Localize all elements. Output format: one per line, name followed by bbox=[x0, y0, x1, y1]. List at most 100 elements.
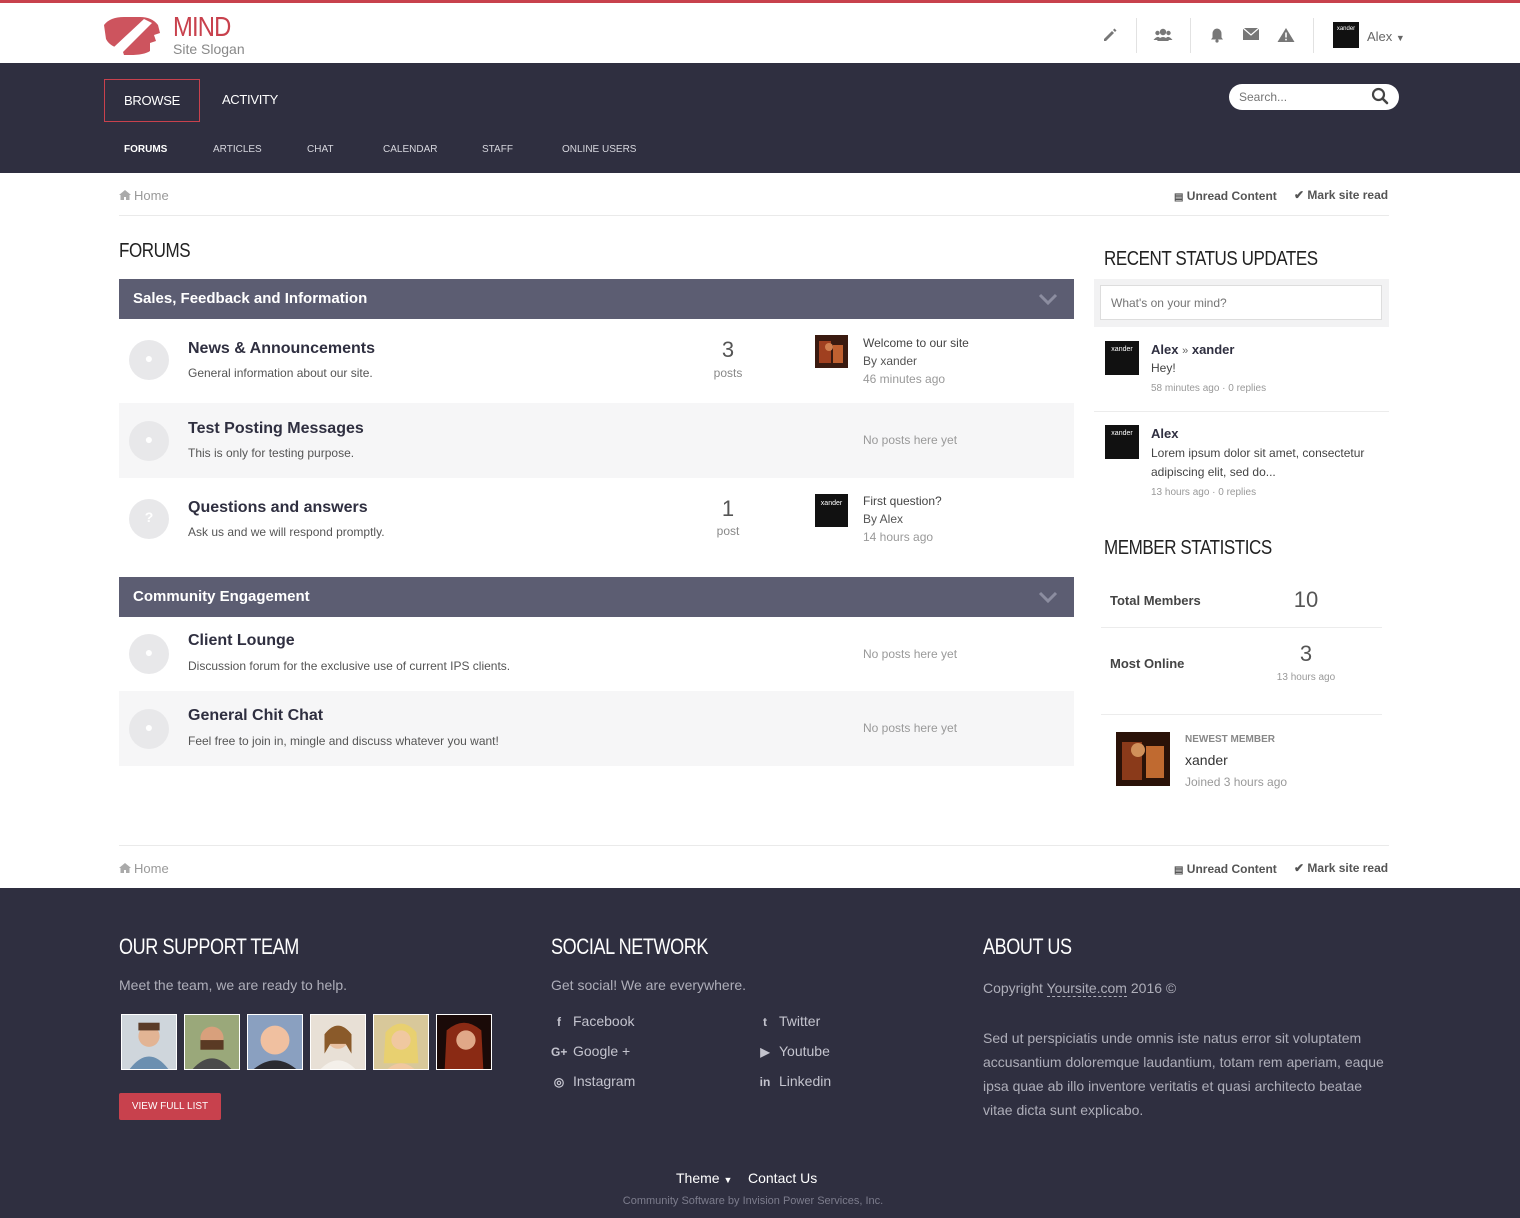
divider bbox=[1101, 627, 1382, 628]
category-title[interactable]: Community Engagement bbox=[133, 588, 310, 605]
most-online-value: 3 bbox=[1299, 641, 1313, 666]
subnav-forums[interactable]: FORUMS bbox=[124, 144, 167, 155]
user-menu[interactable]: Alex ▼ bbox=[1367, 29, 1405, 44]
pencil-icon[interactable] bbox=[1100, 27, 1120, 47]
team-member-avatar[interactable] bbox=[310, 1014, 366, 1070]
status-avatar[interactable]: xander bbox=[1105, 341, 1139, 375]
post-count: 3 bbox=[721, 337, 735, 362]
status-avatar[interactable]: xander bbox=[1105, 425, 1139, 459]
category-title[interactable]: Sales, Feedback and Information bbox=[133, 290, 367, 307]
chat-bubble-icon: ● bbox=[129, 709, 169, 749]
linkedin-icon: in bbox=[759, 1075, 771, 1089]
site-slogan: Site Slogan bbox=[173, 41, 245, 57]
team-member-avatar[interactable] bbox=[184, 1014, 240, 1070]
total-members-label: Total Members bbox=[1110, 593, 1201, 608]
mark-site-read-link[interactable]: ✔ Mark site read bbox=[1294, 861, 1388, 875]
site-brand[interactable]: MIND bbox=[173, 11, 231, 43]
breadcrumb-home[interactable]: Home bbox=[134, 188, 169, 203]
facebook-icon: f bbox=[557, 1015, 561, 1029]
about-text: Sed ut perspiciatis unde omnis iste natu… bbox=[983, 1030, 1384, 1118]
forums-title: FORUMS bbox=[119, 240, 191, 262]
search-icon[interactable] bbox=[1371, 87, 1389, 105]
subnav-staff[interactable]: STAFF bbox=[482, 144, 513, 155]
facebook-link[interactable]: f Facebook bbox=[551, 1013, 634, 1029]
chat-bubble-icon: ● bbox=[129, 421, 169, 461]
last-poster-avatar[interactable]: xander bbox=[815, 494, 848, 527]
theme-menu[interactable]: Theme ▼ bbox=[676, 1170, 732, 1186]
user-name: Alex bbox=[1367, 29, 1393, 44]
category-header[interactable]: Sales, Feedback and Information bbox=[119, 279, 1074, 319]
logo-icon[interactable] bbox=[100, 11, 164, 57]
subnav-online-users[interactable]: ONLINE USERS bbox=[562, 144, 636, 155]
contact-us-link[interactable]: Contact Us bbox=[748, 1170, 817, 1186]
google-plus-link[interactable]: G+ Google + bbox=[551, 1043, 630, 1059]
last-post-title[interactable]: Welcome to our site bbox=[863, 336, 969, 350]
unread-content-link[interactable]: ▤ Unread Content bbox=[1174, 862, 1277, 876]
mark-read-label: Mark site read bbox=[1307, 188, 1389, 202]
view-full-list-button[interactable]: VIEW FULL LIST bbox=[119, 1093, 221, 1120]
social-network-title: SOCIAL NETWORK bbox=[551, 934, 708, 959]
team-member-avatar[interactable] bbox=[247, 1014, 303, 1070]
forum-title[interactable]: News & Announcements bbox=[188, 340, 375, 358]
theme-label: Theme bbox=[676, 1170, 720, 1186]
twitter-link[interactable]: t Twitter bbox=[757, 1013, 820, 1029]
status-text: Hey! bbox=[1151, 361, 1176, 375]
most-online-label: Most Online bbox=[1110, 656, 1185, 671]
subnav-calendar[interactable]: CALENDAR bbox=[383, 144, 437, 155]
copyright-link[interactable]: Yoursite.com bbox=[1046, 980, 1127, 997]
users-icon[interactable] bbox=[1152, 27, 1174, 47]
last-post-time: 46 minutes ago bbox=[863, 372, 946, 386]
newest-member-label: NEWEST MEMBER bbox=[1185, 734, 1275, 745]
status-author[interactable]: Alex » xander bbox=[1151, 342, 1234, 357]
last-post-author[interactable]: By xander bbox=[863, 354, 917, 368]
forum-description: General information about our site. bbox=[188, 366, 373, 380]
last-post-time: 14 hours ago bbox=[863, 530, 934, 544]
powered-by[interactable]: Community Software by Invision Power Ser… bbox=[0, 1195, 1506, 1207]
team-member-avatar[interactable] bbox=[121, 1014, 177, 1070]
divider bbox=[119, 215, 1389, 216]
newest-member-avatar[interactable] bbox=[1116, 732, 1170, 786]
post-count-label: post bbox=[716, 524, 740, 538]
warning-icon[interactable] bbox=[1276, 27, 1296, 47]
breadcrumb[interactable]: Home bbox=[119, 188, 169, 203]
status-from[interactable]: Alex bbox=[1151, 342, 1178, 357]
mark-site-read-link[interactable]: ✔ Mark site read bbox=[1294, 188, 1388, 202]
forum-row: ● Client Lounge Discussion forum for the… bbox=[119, 617, 1074, 691]
status-to[interactable]: xander bbox=[1192, 342, 1235, 357]
youtube-icon: ▶ bbox=[760, 1045, 770, 1059]
forum-title[interactable]: Test Posting Messages bbox=[188, 420, 364, 438]
search-input[interactable] bbox=[1239, 88, 1367, 106]
chevron-down-icon[interactable] bbox=[1038, 589, 1058, 605]
status-arrow: » bbox=[1182, 345, 1189, 357]
subnav-articles[interactable]: ARTICLES bbox=[213, 144, 262, 155]
breadcrumb-home[interactable]: Home bbox=[134, 861, 169, 876]
status-input[interactable] bbox=[1100, 285, 1382, 320]
team-member-avatar[interactable] bbox=[373, 1014, 429, 1070]
last-post-author[interactable]: By Alex bbox=[863, 512, 903, 526]
tab-browse[interactable]: BROWSE bbox=[104, 79, 200, 122]
breadcrumb[interactable]: Home bbox=[119, 861, 169, 876]
status-author[interactable]: Alex bbox=[1151, 426, 1178, 441]
category-header[interactable]: Community Engagement bbox=[119, 577, 1074, 617]
instagram-link[interactable]: ◎ Instagram bbox=[551, 1073, 636, 1089]
user-avatar[interactable]: xander bbox=[1333, 22, 1359, 48]
forum-title[interactable]: Questions and answers bbox=[188, 499, 368, 517]
header-separator bbox=[1190, 18, 1191, 53]
newest-member-name[interactable]: xander bbox=[1185, 752, 1228, 768]
status-text: Lorem ipsum dolor sit amet, consectetur … bbox=[1151, 446, 1365, 479]
unread-content-link[interactable]: ▤ Unread Content bbox=[1174, 189, 1277, 203]
last-poster-avatar[interactable] bbox=[815, 335, 848, 368]
chevron-down-icon[interactable] bbox=[1038, 291, 1058, 307]
forum-description: Ask us and we will respond promptly. bbox=[188, 525, 385, 539]
last-post-title[interactable]: First question? bbox=[863, 494, 942, 508]
bell-icon[interactable] bbox=[1207, 27, 1227, 47]
caret-down-icon: ▼ bbox=[723, 1175, 733, 1185]
team-member-avatar[interactable] bbox=[436, 1014, 492, 1070]
youtube-link[interactable]: ▶ Youtube bbox=[757, 1043, 830, 1059]
envelope-icon[interactable] bbox=[1241, 27, 1261, 47]
tab-activity[interactable]: ACTIVITY bbox=[212, 79, 288, 122]
linkedin-link[interactable]: in Linkedin bbox=[757, 1073, 832, 1089]
forum-title[interactable]: Client Lounge bbox=[188, 632, 295, 650]
forum-title[interactable]: General Chit Chat bbox=[188, 707, 323, 725]
subnav-chat[interactable]: CHAT bbox=[307, 144, 333, 155]
